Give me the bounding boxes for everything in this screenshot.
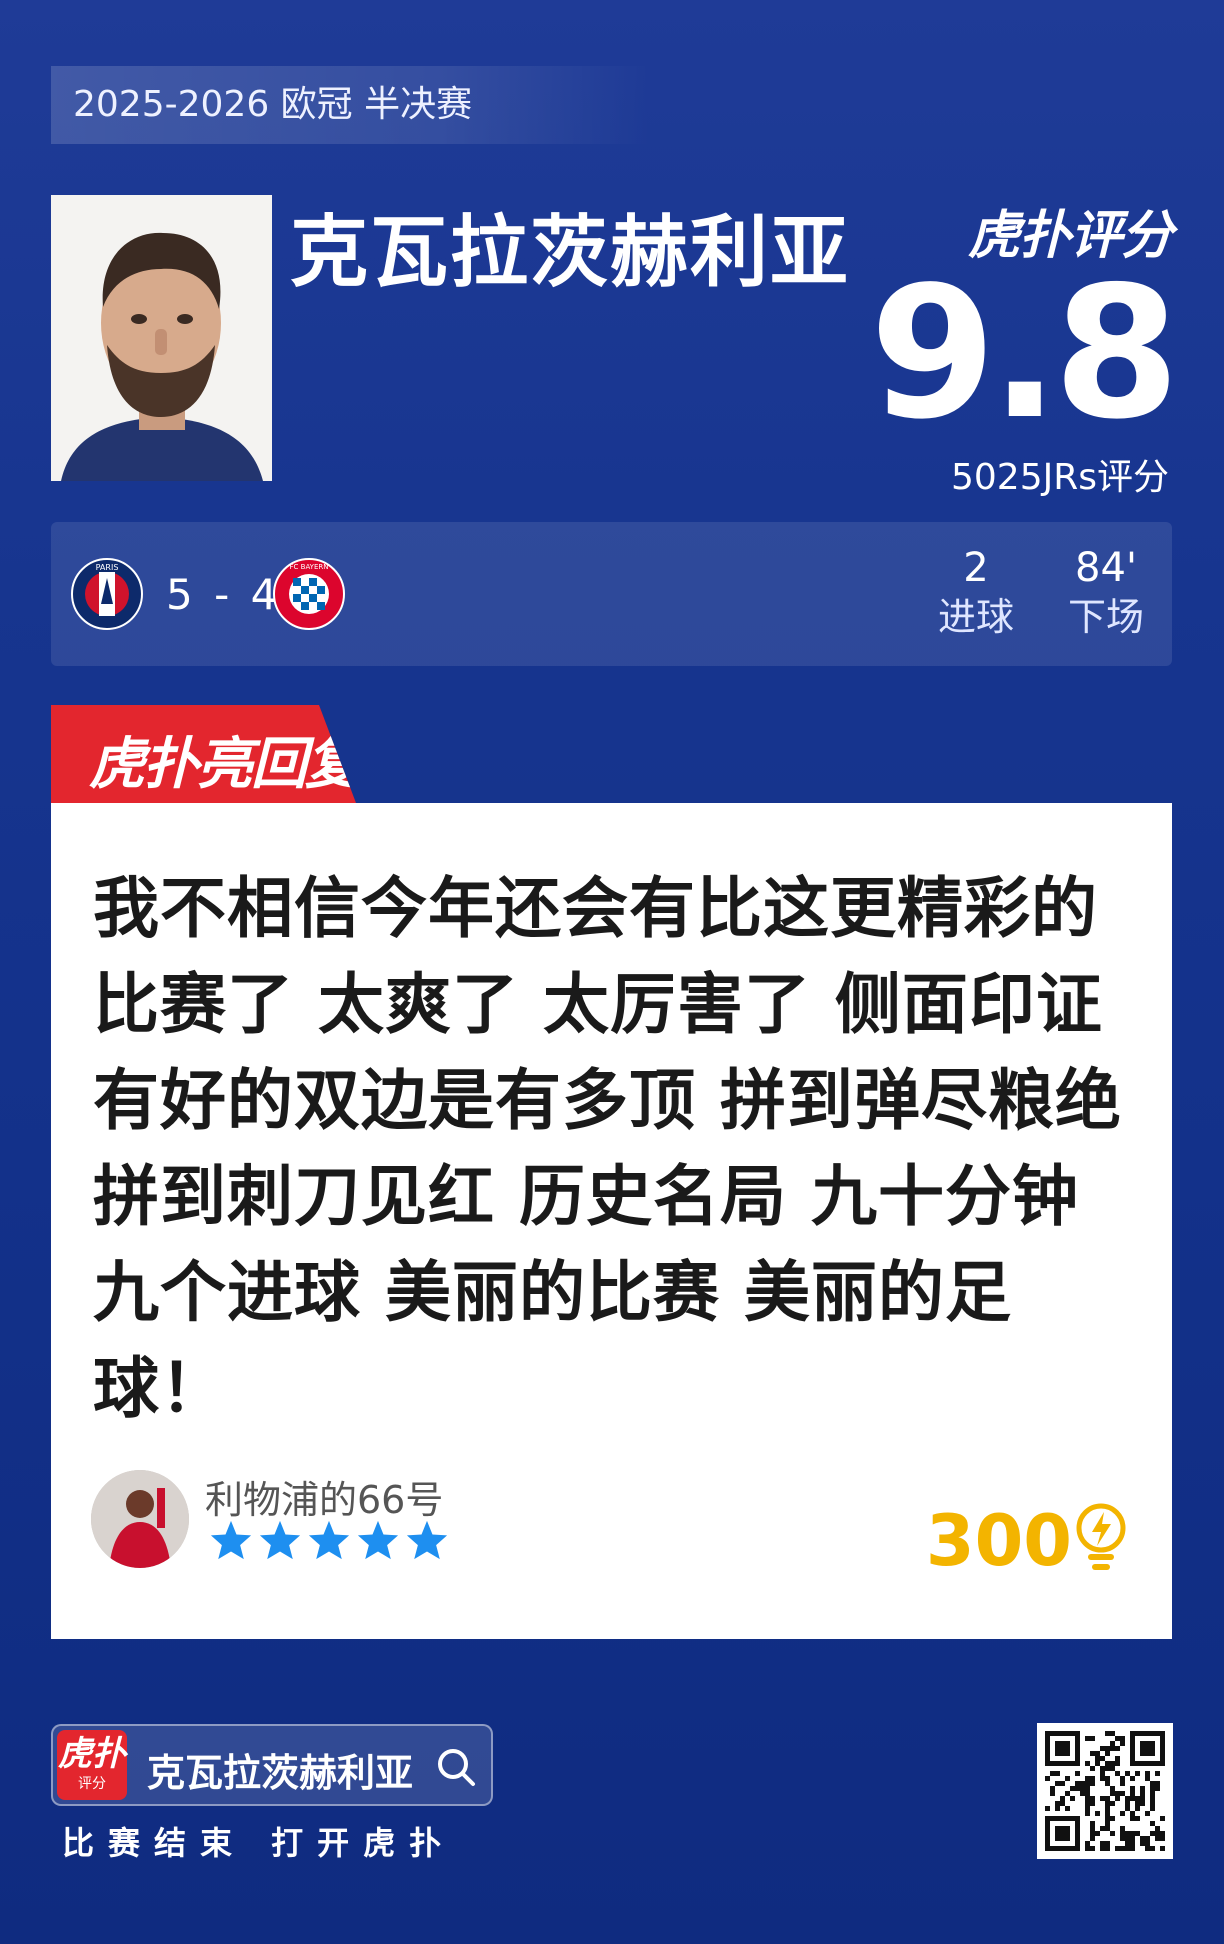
star-rating — [209, 1519, 449, 1561]
psg-crest-text: PARIS — [96, 563, 119, 572]
qr-code — [1037, 1723, 1173, 1859]
username[interactable]: 利物浦的66号 — [205, 1469, 443, 1524]
star-icon — [406, 1520, 448, 1560]
like-count: 300 — [925, 1500, 1072, 1582]
match-summary: PARIS 5 - 4 FC BAYERN 2 进球 84' 下场 — [51, 522, 1172, 666]
bayern-crest-text: FC BAYERN — [290, 563, 329, 571]
star-icon — [259, 1520, 301, 1560]
subbed-off-value: 84' — [1075, 545, 1137, 591]
match-score: 5 - 4 — [166, 570, 282, 619]
fc-bayern-crest-icon: FC BAYERN — [273, 558, 345, 630]
subbed-off-stat: 84' 下场 — [1051, 544, 1161, 642]
hupu-logo-text: 虎扑 — [58, 1734, 126, 1774]
player-photo — [51, 195, 272, 481]
rating-score: 9.8 — [869, 247, 1180, 459]
lightbulb-like-icon[interactable] — [1074, 1502, 1128, 1574]
hupu-logo-subtext: 评分 — [78, 1776, 106, 1792]
search-icon[interactable] — [435, 1746, 477, 1788]
highlight-reply-tag: 虎扑亮回复 — [51, 705, 356, 803]
search-box[interactable]: 虎扑 评分 克瓦拉茨赫利亚 — [51, 1724, 493, 1806]
star-icon — [308, 1520, 350, 1560]
star-icon — [210, 1520, 252, 1560]
raters-count: 5025JRs评分 — [950, 457, 1169, 498]
comment-card: 我不相信今年还会有比这更精彩的比赛了 太爽了 太厉害了 侧面印证有好的双边是有多… — [51, 803, 1172, 1639]
subbed-off-label: 下场 — [1067, 595, 1144, 639]
psg-crest-icon: PARIS — [71, 558, 143, 630]
goals-label: 进球 — [937, 595, 1014, 639]
goals-value: 2 — [963, 545, 989, 591]
highlight-reply-label: 虎扑亮回复 — [89, 732, 359, 797]
goals-stat: 2 进球 — [921, 544, 1031, 642]
hupu-rating-app-icon: 虎扑 评分 — [57, 1730, 127, 1800]
star-icon — [357, 1520, 399, 1560]
footer-tagline: 比赛结束 打开虎扑 — [62, 1824, 456, 1862]
comment-text: 我不相信今年还会有比这更精彩的比赛了 太爽了 太厉害了 侧面印证有好的双边是有多… — [93, 870, 1122, 1427]
search-query[interactable]: 克瓦拉茨赫利亚 — [147, 1742, 413, 1797]
season-label: 2025-2026 欧冠 半决赛 — [51, 66, 651, 144]
player-name: 克瓦拉茨赫利亚 — [290, 208, 851, 298]
user-avatar[interactable] — [91, 1470, 189, 1568]
